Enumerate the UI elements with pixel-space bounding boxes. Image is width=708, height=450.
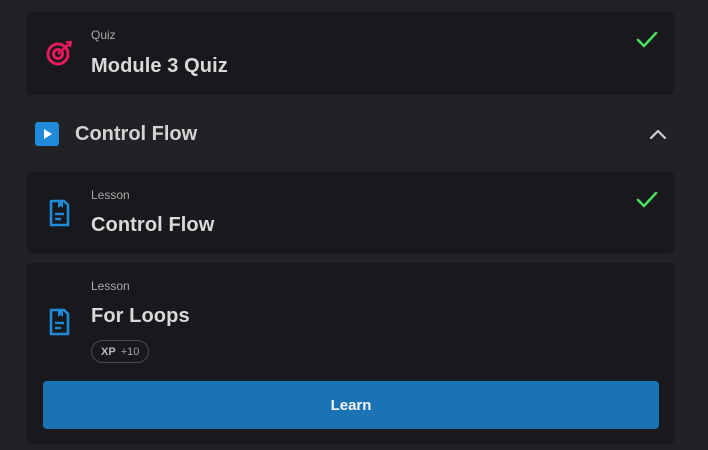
xp-badge: XP +10: [91, 340, 150, 363]
xp-label: XP: [101, 345, 116, 358]
xp-value: +10: [120, 345, 140, 358]
quiz-item-module-3[interactable]: Quiz Module 3 Quiz: [27, 12, 674, 95]
item-kind-label: Quiz: [91, 28, 116, 42]
item-title: Module 3 Quiz: [91, 55, 228, 77]
lesson-doc-icon: [49, 199, 70, 227]
learn-button[interactable]: Learn: [43, 381, 659, 429]
item-kind-label: Lesson: [91, 279, 130, 293]
item-kind-label: Lesson: [91, 188, 130, 202]
course-outline: Quiz Module 3 Quiz Control Flow Lesson C…: [0, 0, 708, 450]
item-title: Control Flow: [91, 214, 215, 236]
chevron-up-icon[interactable]: [649, 126, 667, 142]
section-header-control-flow[interactable]: Control Flow: [35, 122, 673, 146]
check-icon: [636, 31, 658, 48]
section-title: Control Flow: [75, 123, 198, 145]
lesson-doc-icon: [49, 308, 70, 336]
target-icon: [46, 41, 73, 66]
check-icon: [636, 191, 658, 208]
play-icon: [35, 122, 59, 146]
lesson-item-for-loops[interactable]: Lesson For Loops XP +10 Learn: [27, 263, 674, 444]
lesson-item-control-flow[interactable]: Lesson Control Flow: [27, 172, 674, 254]
item-title: For Loops: [91, 305, 190, 327]
